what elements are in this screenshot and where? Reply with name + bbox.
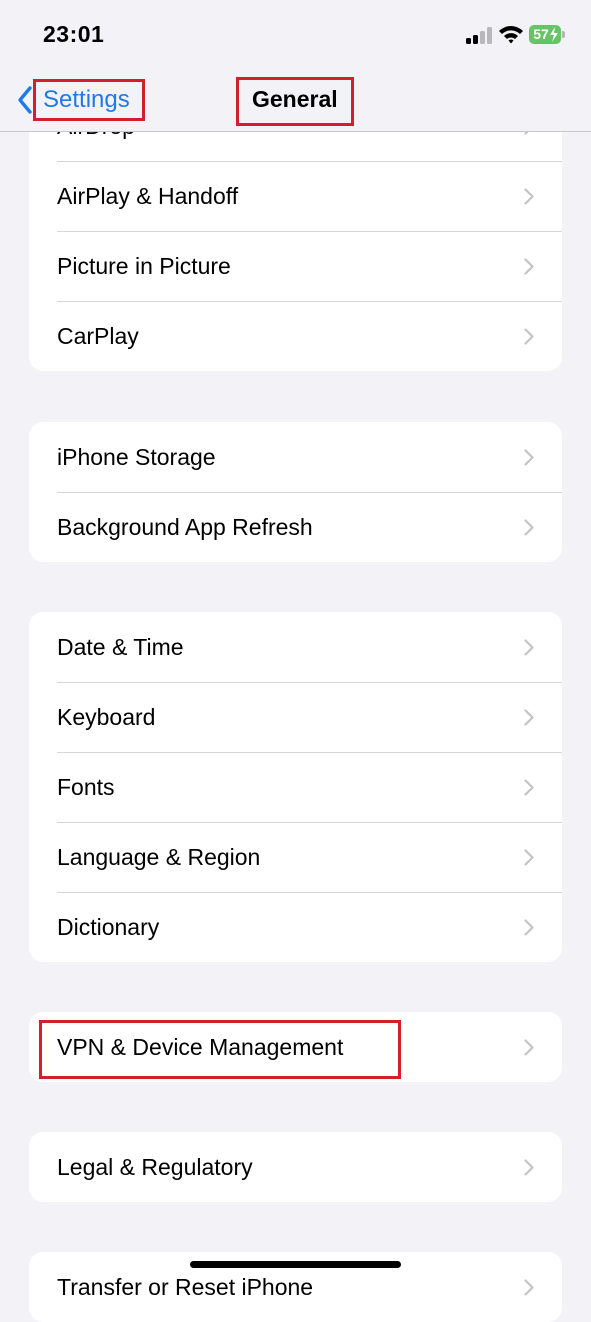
row-date-time[interactable]: Date & Time xyxy=(29,612,562,682)
row-vpn-device-management[interactable]: VPN & Device Management xyxy=(29,1012,562,1082)
row-label: Date & Time xyxy=(57,633,184,660)
back-button[interactable]: Settings xyxy=(16,84,130,116)
row-label: VPN & Device Management xyxy=(57,1033,344,1060)
chevron-right-icon xyxy=(524,1159,534,1176)
row-iphone-storage[interactable]: iPhone Storage xyxy=(29,422,562,492)
settings-group-connectivity: AirDrop AirPlay & Handoff Picture in Pic… xyxy=(29,91,562,371)
row-label: Picture in Picture xyxy=(57,252,231,279)
chevron-left-icon xyxy=(18,86,32,114)
row-label: Language & Region xyxy=(57,843,261,870)
settings-group-storage: iPhone Storage Background App Refresh xyxy=(29,422,562,562)
row-picture-in-picture[interactable]: Picture in Picture xyxy=(29,231,562,301)
settings-group-locale: Date & Time Keyboard Fonts Language & Re… xyxy=(29,612,562,962)
chevron-right-icon xyxy=(524,328,534,345)
chevron-right-icon xyxy=(524,258,534,275)
row-fonts[interactable]: Fonts xyxy=(29,752,562,822)
battery-tip xyxy=(562,31,565,38)
chevron-right-icon xyxy=(524,1039,534,1056)
wifi-icon xyxy=(499,26,523,44)
chevron-right-icon xyxy=(524,449,534,466)
status-bar: 23:01 57 xyxy=(0,0,591,70)
settings-group-vpn: VPN & Device Management xyxy=(29,1012,562,1082)
row-legal-regulatory[interactable]: Legal & Regulatory xyxy=(29,1132,562,1202)
row-label: AirPlay & Handoff xyxy=(57,182,239,209)
chevron-right-icon xyxy=(524,519,534,536)
row-label: Background App Refresh xyxy=(57,513,313,540)
chevron-right-icon xyxy=(524,709,534,726)
settings-group-legal: Legal & Regulatory xyxy=(29,1132,562,1202)
row-label: iPhone Storage xyxy=(57,443,216,470)
row-label: CarPlay xyxy=(57,322,139,349)
row-keyboard[interactable]: Keyboard xyxy=(29,682,562,752)
back-label: Settings xyxy=(43,86,130,113)
page-title: General xyxy=(252,86,338,112)
row-label: Dictionary xyxy=(57,913,160,940)
home-indicator xyxy=(190,1261,401,1268)
row-carplay[interactable]: CarPlay xyxy=(29,301,562,371)
row-label: Transfer or Reset iPhone xyxy=(57,1273,314,1300)
chevron-right-icon xyxy=(524,188,534,205)
battery-icon: 57 xyxy=(529,25,561,44)
row-dictionary[interactable]: Dictionary xyxy=(29,892,562,962)
status-time: 23:01 xyxy=(43,21,105,47)
row-language-region[interactable]: Language & Region xyxy=(29,822,562,892)
row-background-app-refresh[interactable]: Background App Refresh xyxy=(29,492,562,562)
row-airplay-handoff[interactable]: AirPlay & Handoff xyxy=(29,161,562,231)
chevron-right-icon xyxy=(524,919,534,936)
row-label: Keyboard xyxy=(57,703,156,730)
chevron-right-icon xyxy=(524,849,534,866)
chevron-right-icon xyxy=(524,779,534,796)
charging-bolt-icon xyxy=(550,27,558,42)
cellular-signal-icon xyxy=(466,27,492,44)
row-label: Legal & Regulatory xyxy=(57,1153,253,1180)
navigation-bar: Settings General xyxy=(0,70,591,132)
chevron-right-icon xyxy=(524,639,534,656)
chevron-right-icon xyxy=(524,1279,534,1296)
row-label: Fonts xyxy=(57,773,115,800)
